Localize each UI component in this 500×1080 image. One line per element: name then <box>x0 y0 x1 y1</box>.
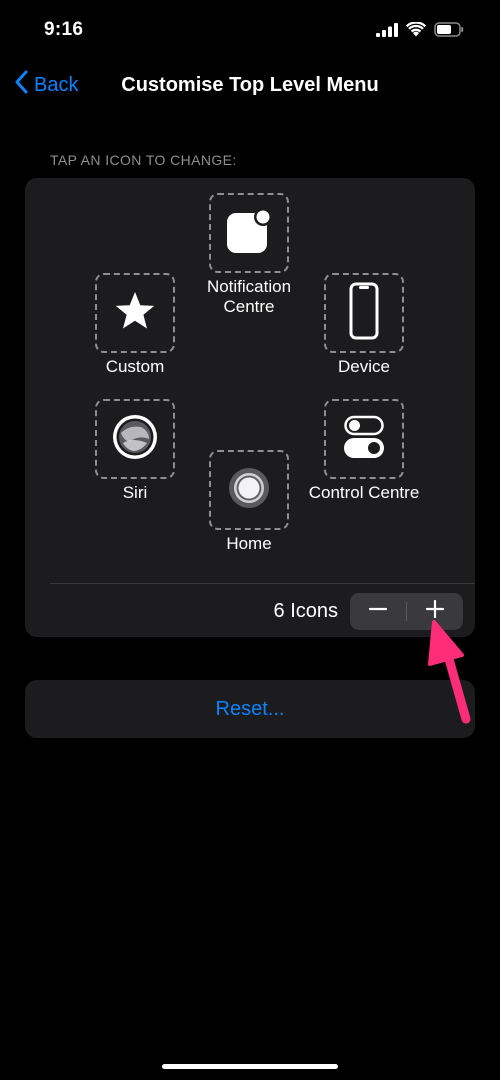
device-icon <box>348 282 380 345</box>
menu-item-custom[interactable]: Custom <box>77 273 193 377</box>
siri-icon <box>111 413 159 466</box>
control-centre-icon <box>344 415 384 464</box>
menu-item-label: Notification Centre <box>206 277 292 316</box>
wifi-icon <box>405 21 427 42</box>
section-header: TAP AN ICON TO CHANGE: <box>50 152 237 168</box>
top-level-menu-card: Notification Centre Custom Device Siri H… <box>25 178 475 637</box>
increase-button[interactable] <box>407 593 463 630</box>
status-icons <box>376 21 464 42</box>
menu-item-label: Siri <box>122 483 148 502</box>
icon-slot <box>209 450 289 530</box>
minus-icon <box>368 599 388 624</box>
icon-slot <box>209 193 289 273</box>
menu-item-control-centre[interactable]: Control Centre <box>306 399 422 503</box>
menu-item-label: Device <box>338 357 390 376</box>
navigation-bar: Back Customise Top Level Menu <box>0 62 500 108</box>
plus-icon <box>425 599 445 624</box>
decrease-button[interactable] <box>350 593 406 630</box>
menu-item-label: Control Centre <box>308 483 420 502</box>
battery-icon <box>434 22 464 42</box>
star-icon <box>113 289 157 338</box>
icon-slot <box>324 273 404 353</box>
cellular-signal-icon <box>376 22 398 42</box>
reset-button[interactable]: Reset... <box>25 680 475 738</box>
notification-centre-icon <box>225 207 273 260</box>
menu-item-label: Custom <box>105 357 165 376</box>
divider <box>50 583 475 584</box>
menu-item-label: Home <box>226 534 272 553</box>
icon-slot <box>95 273 175 353</box>
page-title: Customise Top Level Menu <box>121 74 379 96</box>
menu-item-notification-centre[interactable]: Notification Centre <box>191 193 307 317</box>
status-time: 9:16 <box>44 19 84 40</box>
menu-item-device[interactable]: Device <box>306 273 422 377</box>
home-button-icon <box>227 466 271 515</box>
icon-slot <box>324 399 404 479</box>
home-indicator <box>162 1064 338 1069</box>
icon-count-label: 6 Icons <box>273 600 338 622</box>
menu-item-siri[interactable]: Siri <box>77 399 193 503</box>
reset-label: Reset... <box>215 697 285 720</box>
icon-slot <box>95 399 175 479</box>
status-bar: 9:16 <box>0 0 500 60</box>
icon-count-stepper[interactable] <box>350 593 463 630</box>
menu-item-home[interactable]: Home <box>191 450 307 554</box>
